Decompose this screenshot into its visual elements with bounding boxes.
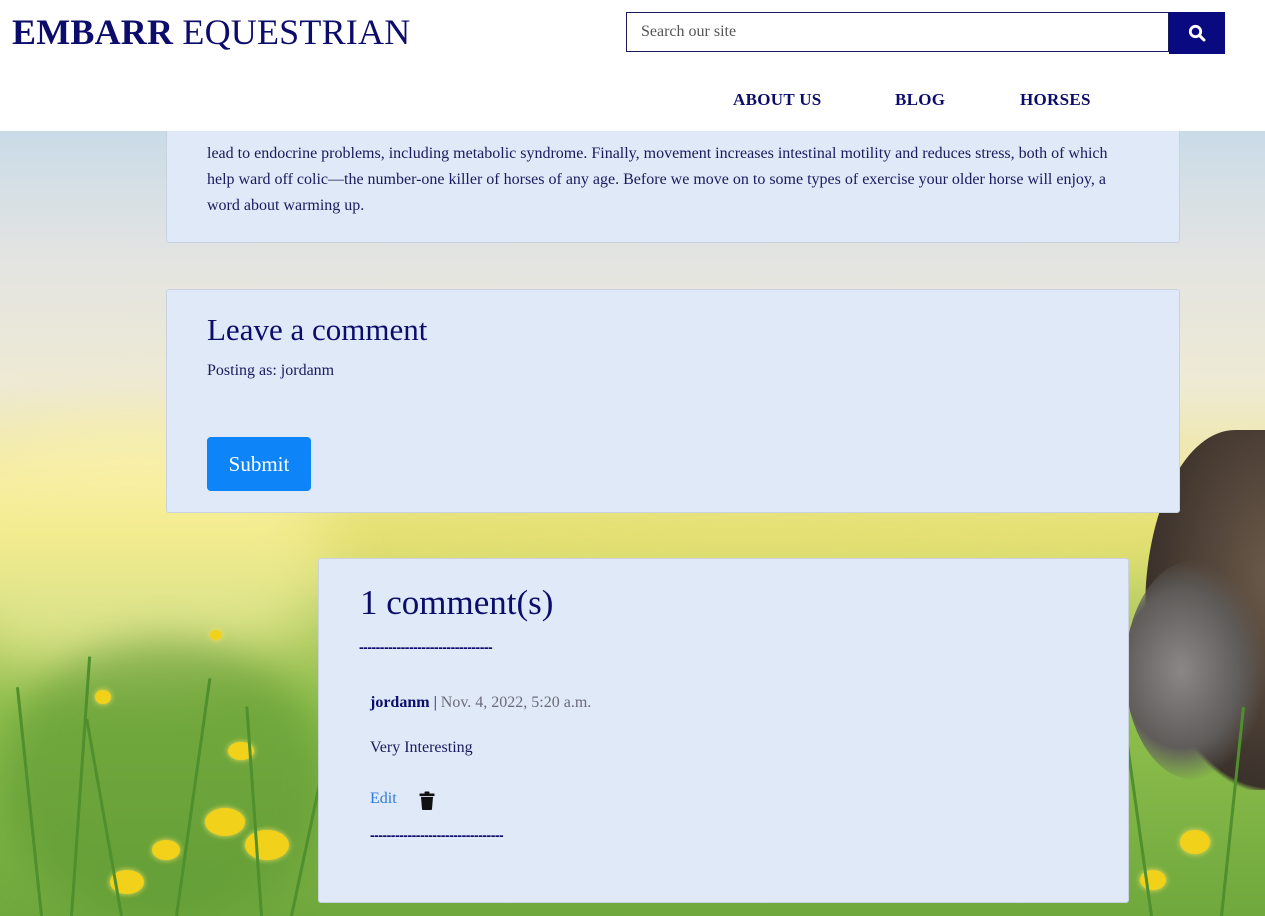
search-button[interactable] [1169, 12, 1225, 54]
trash-icon[interactable] [419, 791, 435, 810]
nav-horses[interactable]: HORSES [1020, 90, 1091, 110]
comment-meta: jordanm | Nov. 4, 2022, 5:20 a.m. [370, 694, 591, 712]
posting-as-text: Posting as: jordanm [207, 362, 335, 379]
comments-card: 1 comment(s) ---------------------------… [318, 558, 1129, 903]
logo-text: EQUESTRIAN [182, 12, 411, 52]
submit-button[interactable]: Submit [207, 437, 311, 491]
comment-form-card: Leave a comment Posting as: jordanm Subm… [166, 289, 1180, 513]
comments-count-heading: 1 comment(s) [360, 583, 554, 622]
comments-divider-bottom: -------------------------------- [370, 827, 504, 843]
logo-bold-text: EMBARR [12, 12, 174, 52]
article-text: lead to endocrine problems, including me… [207, 145, 1108, 214]
search-input[interactable] [627, 13, 1168, 51]
comment-author: jordanm [370, 694, 430, 711]
nav-about-us[interactable]: ABOUT US [733, 90, 822, 110]
comment-date: Nov. 4, 2022, 5:20 a.m. [440, 694, 592, 711]
comment-meta-separator: | [429, 694, 441, 711]
comment-form-heading: Leave a comment [207, 312, 428, 347]
site-header: EMBARR EQUESTRIAN ABOUT US BLOG HORSES [0, 0, 1265, 131]
search-icon [1188, 24, 1206, 42]
search-box [626, 12, 1169, 52]
comment-body: Very Interesting [370, 739, 473, 756]
edit-comment-link[interactable]: Edit [370, 790, 397, 808]
comments-divider-top: -------------------------------- [359, 639, 493, 655]
nav-blog[interactable]: BLOG [895, 90, 945, 110]
site-logo[interactable]: EMBARR EQUESTRIAN [12, 11, 410, 53]
